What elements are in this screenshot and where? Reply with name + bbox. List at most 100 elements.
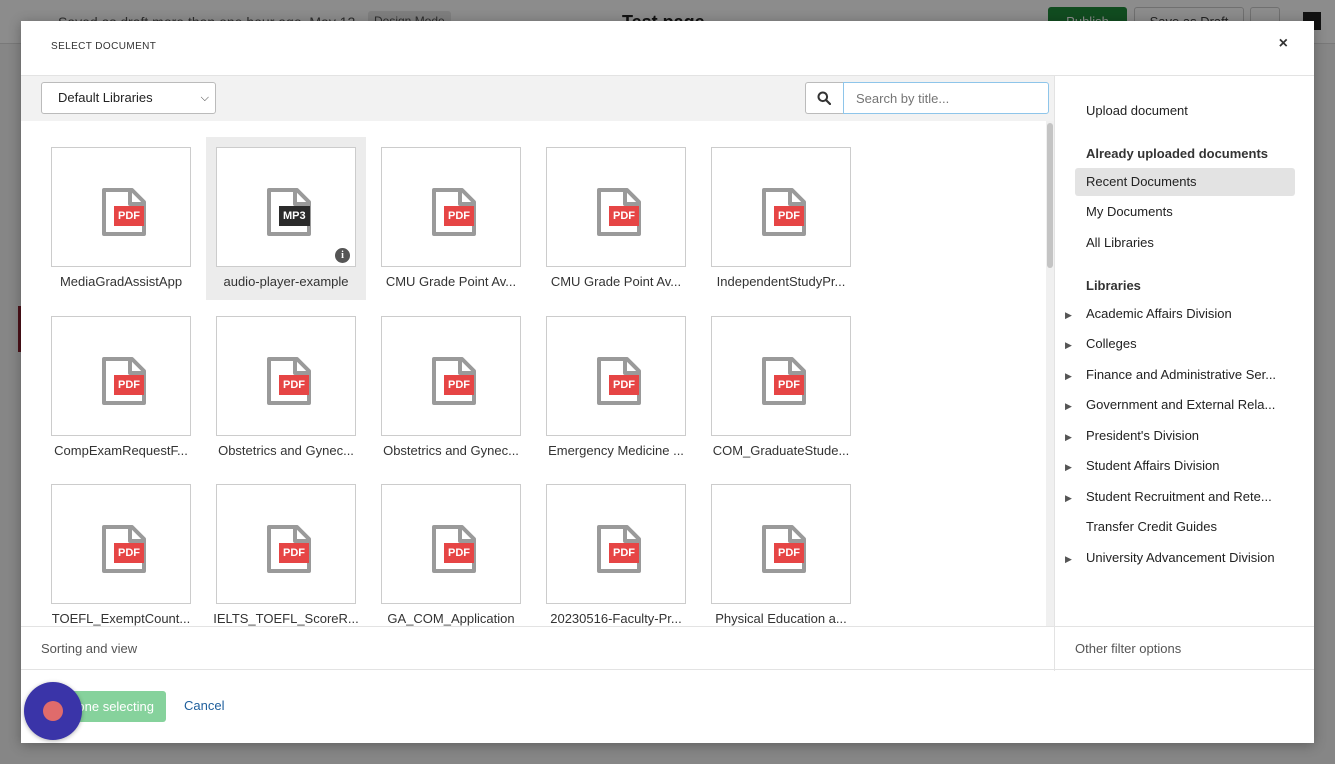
chevron-right-icon[interactable]: ▶: [1065, 423, 1086, 451]
library-tree-label: University Advancement Division: [1086, 550, 1275, 565]
document-thumbnail: PDF: [51, 316, 191, 436]
modal-header: SELECT DOCUMENT ×: [21, 21, 1314, 76]
info-icon[interactable]: i: [335, 248, 350, 263]
file-type-badge: PDF: [114, 543, 144, 563]
sidebar-item-my-documents[interactable]: My Documents: [1075, 198, 1295, 226]
upload-document-link[interactable]: Upload document: [1075, 97, 1295, 125]
library-tree-label: Finance and Administrative Ser...: [1086, 367, 1277, 382]
library-tree-item[interactable]: ▶ Student Recruitment and Rete...: [1065, 483, 1305, 511]
document-title: CompExamRequestF...: [54, 443, 188, 458]
other-filter-options-link[interactable]: Other filter options: [1075, 641, 1181, 656]
document-title: COM_GraduateStude...: [712, 443, 850, 458]
library-tree-item[interactable]: ▶ Finance and Administrative Ser...: [1065, 361, 1305, 389]
document-thumbnail: PDF: [546, 484, 686, 604]
library-select-value: Default Libraries: [58, 90, 153, 105]
record-icon: [43, 701, 63, 721]
document-tile[interactable]: PDF CMU Grade Point Av...: [536, 137, 696, 300]
modal-title: SELECT DOCUMENT: [51, 41, 157, 52]
document-title: IndependentStudyPr...: [716, 274, 846, 289]
library-tree-item[interactable]: ▶ Academic Affairs Division: [1065, 300, 1305, 328]
file-type-badge: PDF: [609, 206, 639, 226]
document-sidebar: Upload document Already uploaded documen…: [1054, 76, 1314, 626]
chevron-right-icon[interactable]: ▶: [1065, 484, 1086, 512]
search-button[interactable]: [805, 82, 843, 114]
document-thumbnail: PDF: [381, 147, 521, 267]
document-title: IELTS_TOEFL_ScoreR...: [213, 611, 359, 626]
chevron-right-icon[interactable]: ▶: [1065, 362, 1086, 390]
document-title: MediaGradAssistApp: [59, 274, 183, 289]
document-title: 20230516-Faculty-Pr...: [550, 611, 682, 626]
toolbar: Default Libraries ⌵: [21, 76, 1054, 121]
library-tree-item[interactable]: Transfer Credit Guides: [1065, 513, 1305, 541]
file-type-badge: PDF: [114, 375, 144, 395]
chevron-right-icon[interactable]: ▶: [1065, 331, 1086, 359]
document-tile[interactable]: PDF IndependentStudyPr...: [701, 137, 861, 300]
library-tree-item[interactable]: ▶ Government and External Rela...: [1065, 391, 1305, 419]
document-tile[interactable]: PDF TOEFL_ExemptCount...: [41, 474, 201, 626]
filter-bar: Sorting and view Other filter options: [21, 626, 1314, 671]
document-tile[interactable]: PDF IELTS_TOEFL_ScoreR...: [206, 474, 366, 626]
library-tree-label: Colleges: [1086, 336, 1137, 351]
document-grid: PDF MediaGradAssistApp MP3 i audio-player-ex…: [21, 121, 1045, 626]
document-title: Obstetrics and Gynec...: [383, 443, 519, 458]
file-type-badge: MP3: [279, 206, 310, 226]
file-type-badge: PDF: [774, 206, 804, 226]
file-type-badge: PDF: [444, 206, 474, 226]
document-tile[interactable]: PDF 20230516-Faculty-Pr...: [536, 474, 696, 626]
file-type-badge: PDF: [609, 375, 639, 395]
select-document-modal: SELECT DOCUMENT × Default Libraries ⌵ PD…: [21, 21, 1314, 743]
document-tile[interactable]: PDF COM_GraduateStude...: [701, 306, 861, 469]
document-thumbnail: PDF: [711, 147, 851, 267]
scrollbar-thumb[interactable]: [1047, 123, 1053, 268]
document-tile[interactable]: PDF Obstetrics and Gynec...: [206, 306, 366, 469]
document-thumbnail: PDF: [381, 316, 521, 436]
grid-scrollbar[interactable]: [1046, 121, 1054, 626]
document-thumbnail: PDF: [546, 316, 686, 436]
cancel-link[interactable]: Cancel: [184, 698, 224, 713]
document-title: TOEFL_ExemptCount...: [51, 611, 191, 626]
chevron-right-icon[interactable]: ▶: [1065, 453, 1086, 481]
document-tile[interactable]: PDF Obstetrics and Gynec...: [371, 306, 531, 469]
file-type-badge: PDF: [774, 375, 804, 395]
record-widget[interactable]: [24, 682, 82, 740]
library-tree-label: Academic Affairs Division: [1086, 306, 1232, 321]
library-tree-label: President's Division: [1086, 428, 1200, 443]
document-thumbnail: MP3 i: [216, 147, 356, 267]
document-tile[interactable]: PDF CompExamRequestF...: [41, 306, 201, 469]
document-thumbnail: PDF: [711, 484, 851, 604]
document-tile[interactable]: PDF MediaGradAssistApp: [41, 137, 201, 300]
document-tile[interactable]: PDF Physical Education a...: [701, 474, 861, 626]
document-thumbnail: PDF: [51, 484, 191, 604]
library-tree-label: Student Recruitment and Rete...: [1086, 489, 1272, 504]
document-title: CMU Grade Point Av...: [385, 274, 517, 289]
document-title: GA_COM_Application: [387, 611, 515, 626]
file-type-badge: PDF: [444, 375, 474, 395]
document-title: Obstetrics and Gynec...: [218, 443, 354, 458]
document-title: Physical Education a...: [715, 611, 847, 626]
sorting-and-view-link[interactable]: Sorting and view: [41, 641, 137, 656]
library-tree-item[interactable]: ▶ University Advancement Division: [1065, 544, 1305, 572]
sidebar-item-all-libraries[interactable]: All Libraries: [1075, 229, 1295, 257]
chevron-right-icon[interactable]: ▶: [1065, 301, 1086, 329]
library-tree-item[interactable]: ▶ Colleges: [1065, 330, 1305, 358]
document-tile[interactable]: PDF GA_COM_Application: [371, 474, 531, 626]
document-tile[interactable]: PDF CMU Grade Point Av...: [371, 137, 531, 300]
file-type-badge: PDF: [279, 375, 309, 395]
sidebar-item-recent-documents[interactable]: Recent Documents: [1075, 168, 1295, 196]
close-icon[interactable]: ×: [1279, 35, 1288, 53]
document-thumbnail: PDF: [381, 484, 521, 604]
library-tree-label: Government and External Rela...: [1086, 397, 1276, 412]
document-tile[interactable]: MP3 i audio-player-example: [206, 137, 366, 300]
document-tile[interactable]: PDF Emergency Medicine ...: [536, 306, 696, 469]
search-input[interactable]: [843, 82, 1049, 114]
library-tree-item[interactable]: ▶ Student Affairs Division: [1065, 452, 1305, 480]
document-thumbnail: PDF: [51, 147, 191, 267]
library-select[interactable]: Default Libraries ⌵: [41, 82, 216, 114]
chevron-right-icon[interactable]: ▶: [1065, 392, 1086, 420]
libraries-heading: Libraries: [1086, 278, 1141, 293]
document-browser: Default Libraries ⌵ PDF MediaGradAssistAp…: [21, 76, 1054, 626]
library-tree-item[interactable]: ▶ President's Division: [1065, 422, 1305, 450]
document-title: CMU Grade Point Av...: [550, 274, 682, 289]
chevron-right-icon[interactable]: ▶: [1065, 545, 1086, 573]
library-tree-label: Student Affairs Division: [1086, 458, 1220, 473]
